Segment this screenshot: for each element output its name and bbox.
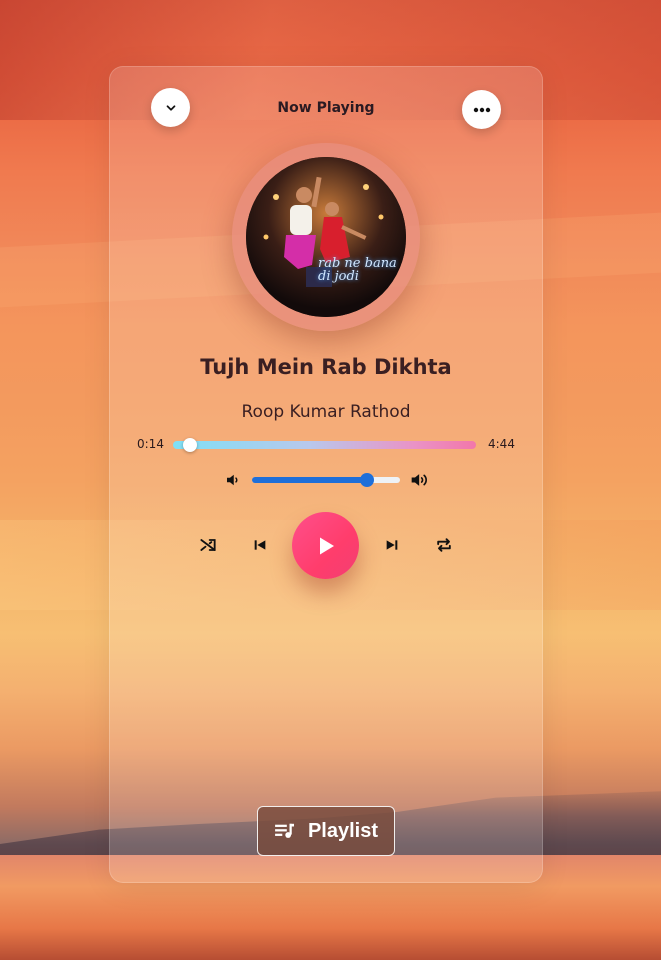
- current-time: 0:14: [137, 437, 164, 451]
- album-art: rab ne bana di jodi: [246, 157, 406, 317]
- album-art-image: [246, 157, 406, 317]
- previous-button[interactable]: [248, 533, 272, 557]
- volume-low-icon: [227, 474, 238, 486]
- skip-previous-icon: [254, 540, 266, 550]
- duration: 4:44: [488, 437, 515, 451]
- mute-button[interactable]: [221, 468, 245, 492]
- playlist-music-icon: [275, 823, 294, 838]
- player-card: Now Playing rab ne bana di jodi Tujh Mei…: [109, 66, 543, 883]
- progress-bar[interactable]: [173, 438, 476, 452]
- more-horizontal-icon: [473, 107, 490, 112]
- play-button[interactable]: [292, 512, 359, 579]
- playlist-button[interactable]: Playlist: [257, 806, 395, 856]
- more-options-button[interactable]: [462, 90, 501, 129]
- shuffle-icon: [200, 539, 216, 551]
- volume-high-icon: [411, 474, 427, 486]
- repeat-button[interactable]: [432, 533, 456, 557]
- album-art-text: rab ne bana di jodi: [318, 256, 397, 284]
- skip-next-icon: [386, 540, 398, 550]
- play-icon: [319, 537, 334, 554]
- repeat-icon: [437, 538, 451, 552]
- track-artist: Roop Kumar Rathod: [241, 402, 411, 422]
- album-art-ring: rab ne bana di jodi: [232, 143, 420, 331]
- volume-thumb[interactable]: [360, 473, 375, 487]
- progress-thumb[interactable]: [183, 438, 198, 452]
- volume-slider[interactable]: [252, 473, 400, 487]
- playlist-label: Playlist: [307, 819, 379, 842]
- next-button[interactable]: [380, 533, 404, 557]
- track-title: Tujh Mein Rab Dikhta: [200, 355, 452, 379]
- max-volume-button[interactable]: [408, 468, 432, 492]
- shuffle-button[interactable]: [196, 533, 220, 557]
- volume-fill: [252, 477, 368, 483]
